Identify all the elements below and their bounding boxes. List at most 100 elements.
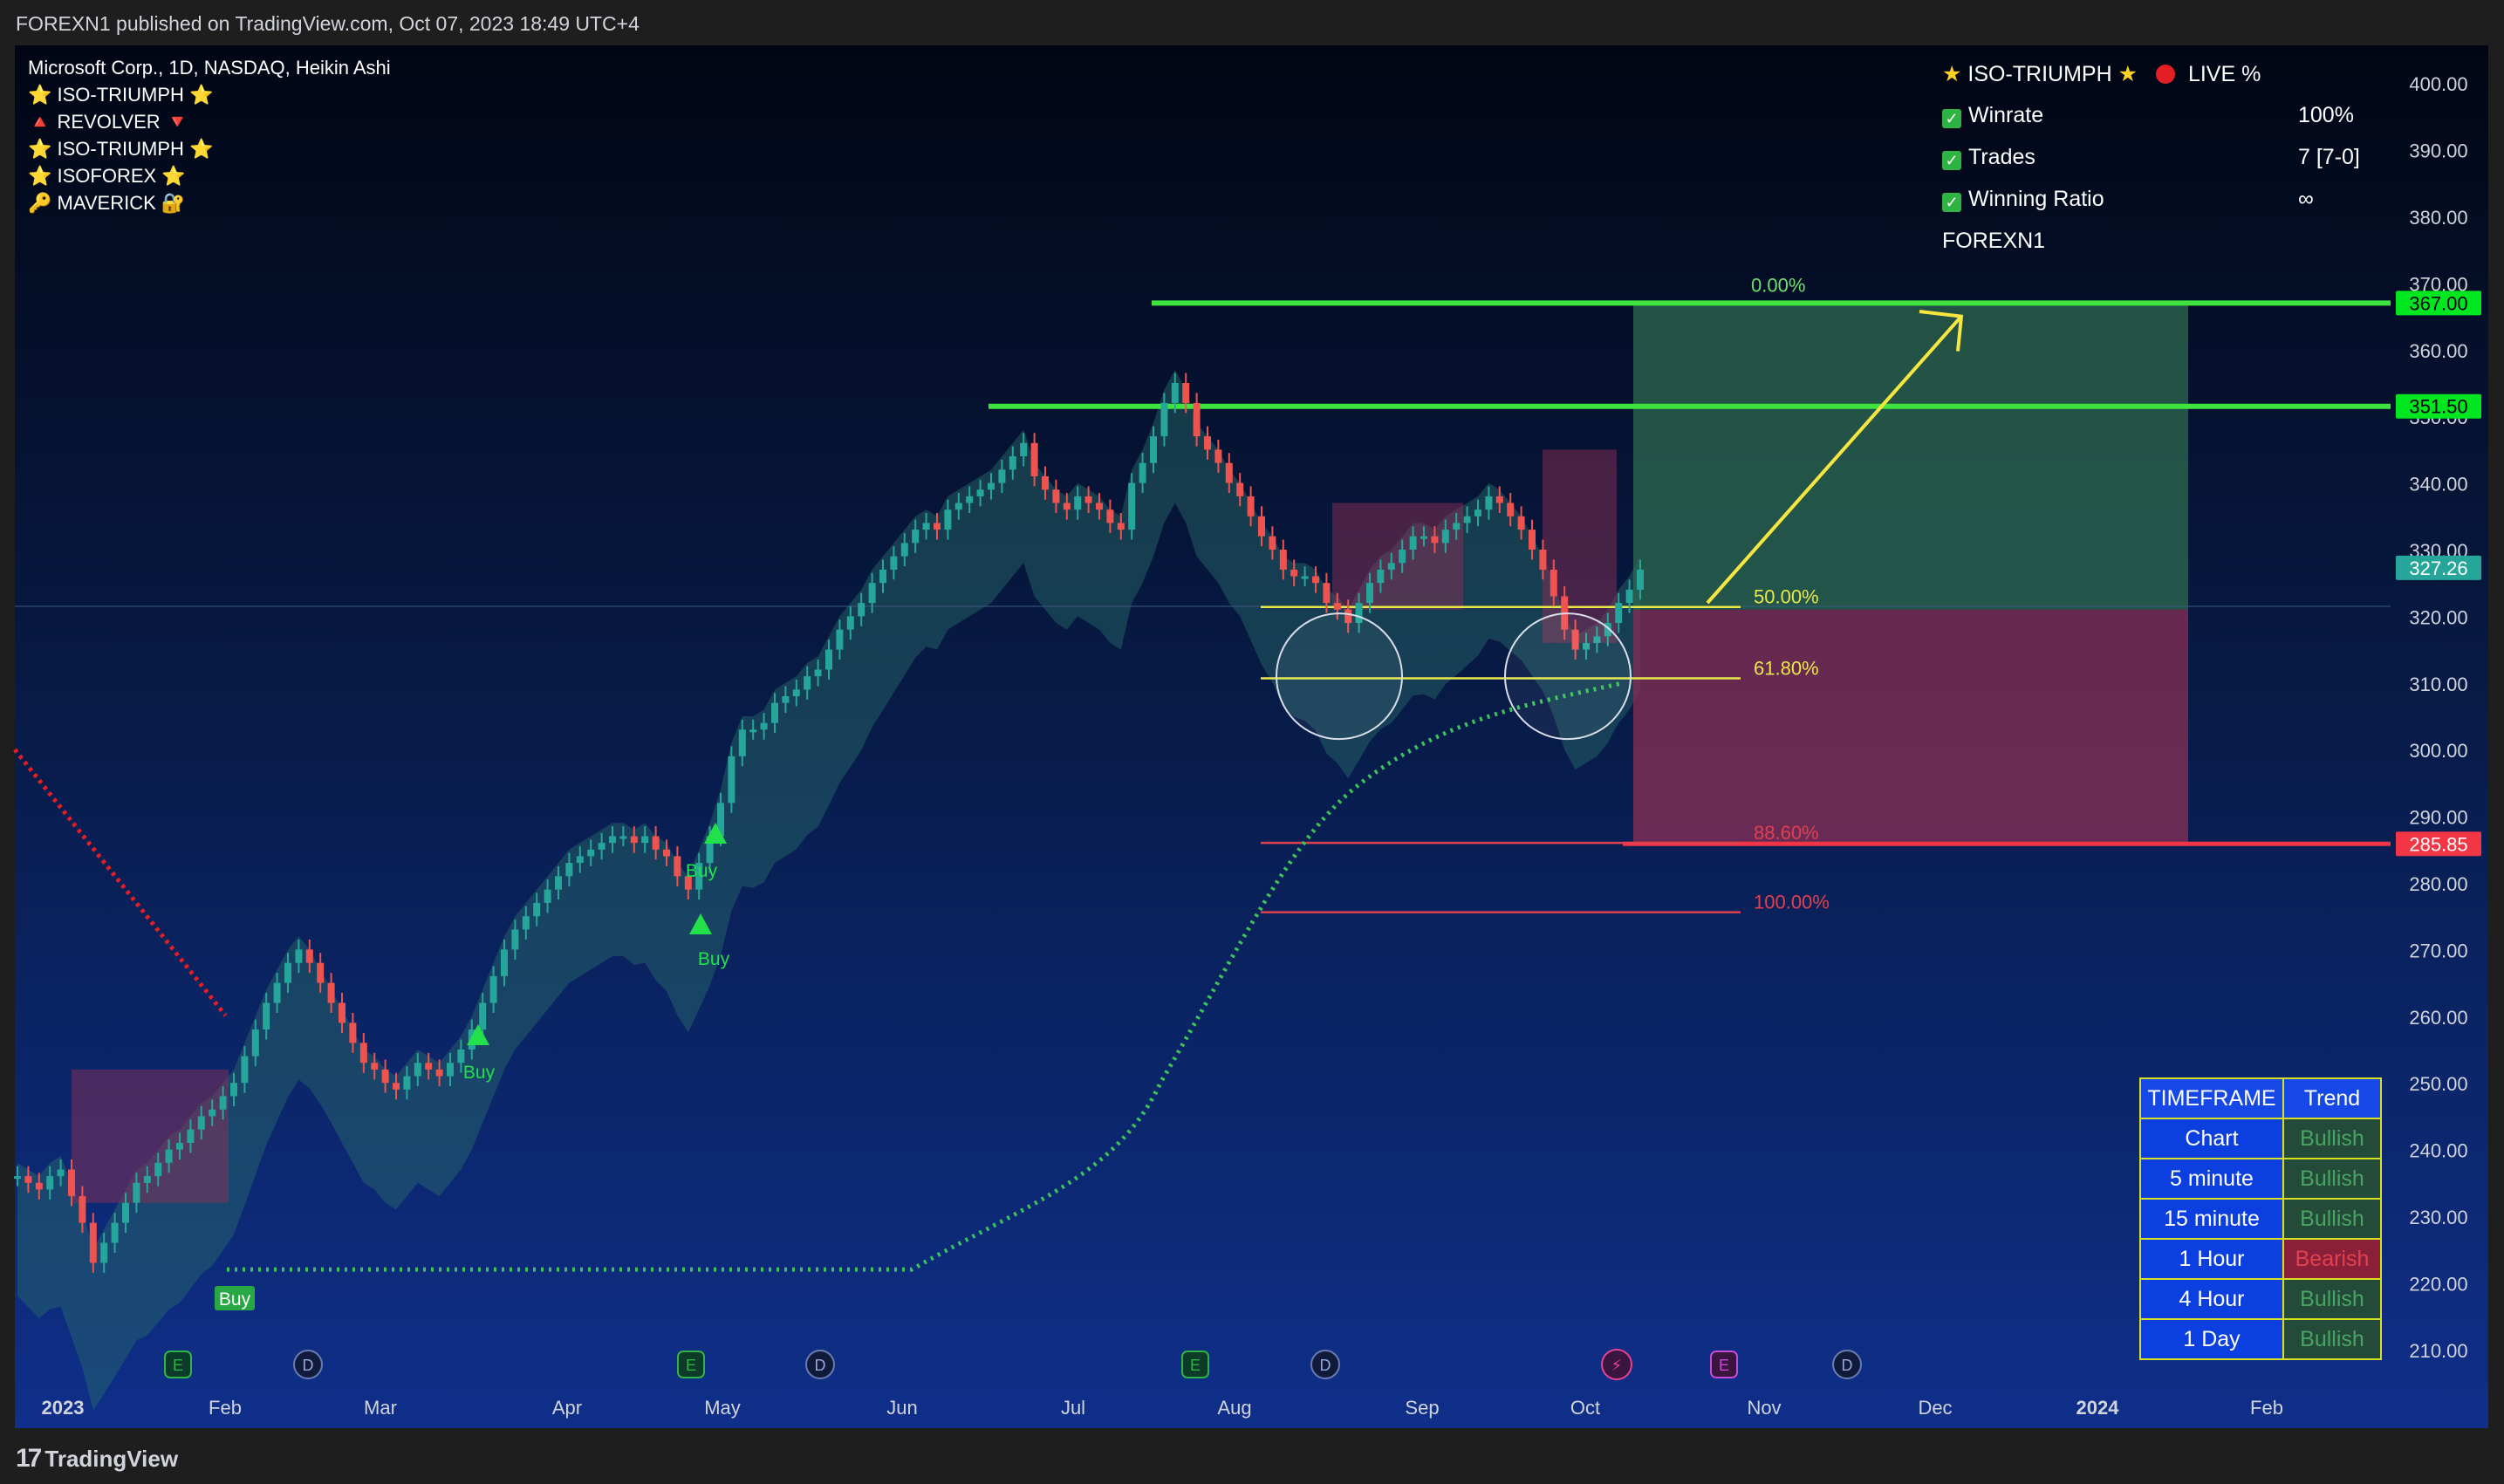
candle-body — [1517, 516, 1525, 530]
stats-title: ISO-TRIUMPH — [1967, 62, 2112, 86]
highlight-circle — [1504, 612, 1632, 741]
fib-label: 61.80% — [1754, 657, 1819, 679]
candle-body — [912, 530, 920, 544]
candle-body — [349, 1022, 357, 1043]
table-row: 1 Hour Bearish — [2139, 1238, 2382, 1280]
candle-body — [749, 729, 757, 733]
candle-body — [1550, 569, 1557, 597]
dividend-label: D — [1842, 1357, 1853, 1374]
candle-body — [630, 836, 638, 844]
candle-body — [1366, 583, 1373, 604]
candle-body — [1269, 536, 1276, 550]
y-tick-label: 290.00 — [2409, 807, 2467, 829]
candle-body — [1247, 496, 1255, 516]
table-row: 5 minute Bullish — [2139, 1158, 2382, 1200]
candle-body — [814, 669, 822, 677]
y-tick-label: 270.00 — [2409, 940, 2467, 961]
candle-body — [122, 1202, 129, 1223]
earnings-label: E — [173, 1357, 183, 1374]
target-zone — [1633, 303, 2188, 610]
candle-body — [609, 836, 616, 844]
table-cell-trend: Bullish — [2282, 1158, 2382, 1200]
table-cell-trend: Bullish — [2282, 1278, 2382, 1320]
candle-body — [1529, 530, 1536, 550]
y-tick-label: 260.00 — [2409, 1007, 2467, 1029]
tradingview-logo[interactable]: 17 TradingView — [16, 1444, 178, 1474]
candle-body — [273, 982, 281, 1003]
x-tick-label: 2024 — [2076, 1397, 2120, 1419]
earnings-label: E — [686, 1357, 696, 1374]
table-cell-trend: Bullish — [2282, 1318, 2382, 1360]
candle-body — [1214, 449, 1222, 463]
candle-body — [598, 843, 605, 850]
dividend-label: D — [815, 1357, 826, 1374]
candle-body — [879, 569, 886, 584]
fib-label: 88.60% — [1754, 822, 1819, 844]
candle-body — [14, 1176, 21, 1180]
symbol-title[interactable]: Microsoft Corp., 1D, NASDAQ, Heikin Ashi — [28, 54, 391, 81]
y-tick-label: 340.00 — [2409, 474, 2467, 496]
table-header: Trend — [2282, 1077, 2382, 1119]
candle-body — [576, 856, 584, 864]
candle-body — [1020, 442, 1028, 457]
indicator-2[interactable]: 🔺 REVOLVER 🔻 — [28, 108, 391, 135]
table-cell-timeframe: 4 Hour — [2139, 1278, 2284, 1320]
y-tick-label: 390.00 — [2409, 140, 2467, 162]
indicator-4[interactable]: ⭐ ISOFOREX ⭐ — [28, 162, 391, 189]
live-label: LIVE % — [2187, 62, 2261, 86]
candle-body — [295, 949, 303, 963]
candle-body — [1182, 383, 1190, 403]
indicator-1[interactable]: ⭐ ISO-TRIUMPH ⭐ — [28, 81, 391, 108]
stats-row-ratio: ✓ Winning Ratio ∞ — [1942, 187, 2396, 229]
table-cell-trend: Bearish — [2282, 1238, 2382, 1280]
stats-header: ★ ISO-TRIUMPH ★ LIVE % — [1942, 61, 2396, 103]
candle-body — [165, 1149, 173, 1163]
price-label: 351.50 — [2409, 396, 2467, 418]
candle-body — [1290, 569, 1298, 577]
candle-body — [230, 1083, 237, 1097]
candle-body — [533, 902, 541, 917]
candle-body — [1084, 496, 1092, 503]
y-tick-label: 240.00 — [2409, 1140, 2467, 1162]
stats-label: Winning Ratio — [1968, 187, 2104, 211]
candle-body — [263, 1002, 270, 1030]
candle-body — [176, 1142, 183, 1150]
indicator-3[interactable]: ⭐ ISO-TRIUMPH ⭐ — [28, 135, 391, 162]
candle-body — [641, 836, 649, 844]
candle-body — [663, 849, 670, 857]
candle-body — [511, 929, 519, 950]
candle-body — [1225, 462, 1233, 483]
candle-body — [652, 836, 660, 850]
y-tick-label: 280.00 — [2409, 873, 2467, 895]
bear-zone — [1332, 503, 1463, 610]
dividend-label: D — [1320, 1357, 1331, 1374]
table-cell-timeframe: Chart — [2139, 1118, 2284, 1159]
candle-body — [68, 1169, 75, 1197]
candle-body — [435, 1069, 443, 1077]
table-row: 15 minute Bullish — [2139, 1198, 2382, 1240]
candle-body — [868, 583, 876, 604]
candle-body — [317, 962, 325, 983]
indicator-5[interactable]: 🔑 MAVERICK 🔐 — [28, 189, 391, 216]
stats-label: Trades — [1968, 145, 2035, 169]
candle-body — [944, 509, 952, 530]
candle-body — [1333, 603, 1341, 610]
candle-body — [479, 1002, 487, 1030]
chart-legend: Microsoft Corp., 1D, NASDAQ, Heikin Ashi… — [28, 54, 391, 216]
candle-body — [100, 1242, 108, 1263]
candle-body — [79, 1196, 86, 1223]
candle-body — [209, 1109, 216, 1117]
candle-body — [988, 482, 995, 490]
fib-label: 0.00% — [1751, 274, 1805, 296]
candle-body — [1453, 523, 1461, 530]
candle-body — [1030, 442, 1038, 476]
candle-body — [1495, 496, 1503, 503]
star-icon: ★ — [1942, 62, 1962, 86]
y-tick-label: 360.00 — [2409, 340, 2467, 362]
candle-body — [544, 889, 551, 903]
candle-body — [284, 962, 291, 983]
table-cell-timeframe: 5 minute — [2139, 1158, 2284, 1200]
buy-signal-label: Buy — [463, 1063, 496, 1083]
table-cell-trend: Bullish — [2282, 1118, 2382, 1159]
candle-body — [381, 1069, 389, 1084]
